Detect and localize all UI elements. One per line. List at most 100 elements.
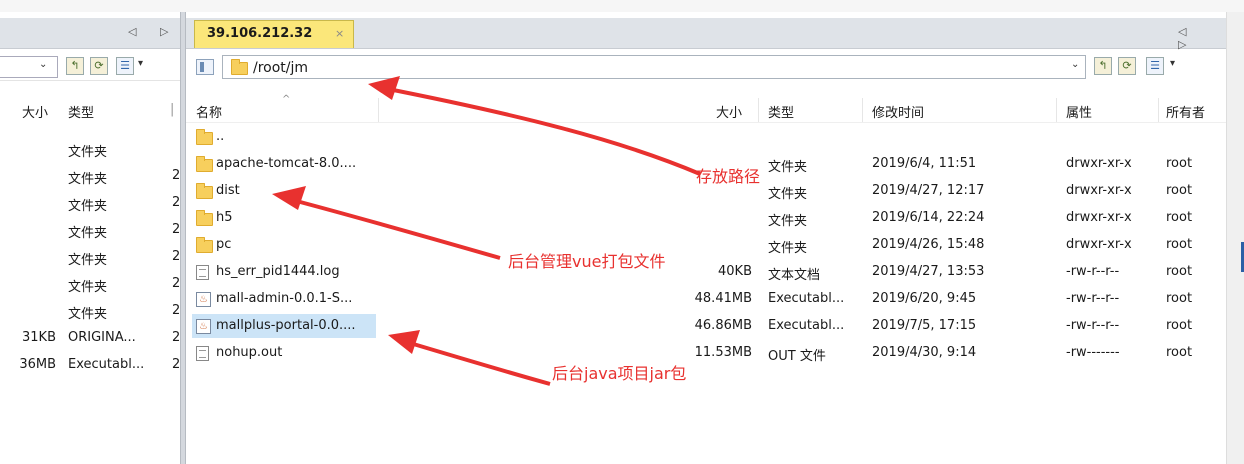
file-modified: 2019/4/27, 12:17 (872, 183, 985, 198)
col-divider[interactable] (1158, 98, 1159, 122)
view-mode-dropdown-icon[interactable]: ▾ (1170, 58, 1175, 69)
file-name-cell[interactable]: nohup.out (192, 341, 376, 365)
file-owner: root (1166, 237, 1193, 252)
folder-icon (231, 59, 248, 75)
file-type: Executabl... (68, 357, 145, 372)
chevron-down-icon[interactable]: ⌄ (39, 59, 47, 70)
col-modified-header[interactable]: 修改时间 (872, 102, 924, 121)
file-modified: 2019/7/5, 17:15 (872, 318, 977, 333)
file-name-cell[interactable]: hs_err_pid1444.log (192, 260, 376, 284)
file-size: 11.53MB (694, 345, 752, 360)
list-item[interactable]: 文件夹 2 (0, 271, 180, 297)
file-name: nohup.out (216, 345, 283, 360)
file-modified: 2019/6/4, 11:51 (872, 156, 977, 171)
file-owner: root (1166, 291, 1193, 306)
file-attributes: -rw-r--r-- (1066, 291, 1120, 306)
col-type-header[interactable]: 类型 (68, 102, 94, 121)
truncated-cell: 2 (172, 303, 180, 318)
file-size: 46.86MB (694, 318, 752, 333)
annotation-path-note: 存放路径 (696, 167, 761, 186)
col-divider[interactable] (758, 98, 759, 122)
file-name-cell[interactable]: h5 (192, 206, 376, 230)
scrollbar[interactable] (1226, 12, 1244, 464)
annotation-jar-note: 后台java项目jar包 (552, 364, 687, 383)
list-item[interactable]: 文件夹 2 (0, 298, 180, 324)
col-type-header[interactable]: 类型 (768, 102, 794, 121)
view-mode-icon[interactable]: ☰ (1146, 57, 1164, 75)
table-row[interactable]: .. (186, 124, 1226, 150)
remote-tab-bar: 39.106.212.32 × ◁ ▷ (186, 18, 1226, 51)
file-attributes: drwxr-xr-x (1066, 156, 1132, 171)
col-divider[interactable] (378, 98, 379, 122)
local-path-dropdown[interactable]: ⌄ (0, 56, 58, 78)
close-icon[interactable]: × (335, 27, 344, 40)
view-mode-dropdown-icon[interactable]: ▾ (138, 58, 143, 69)
truncated-cell: 2 (172, 222, 180, 237)
parent-folder-icon[interactable]: ↰ (66, 57, 84, 75)
tab-scroll-arrows[interactable]: ◁ ▷ (128, 25, 178, 38)
file-name: mall-admin-0.0.1-S... (216, 291, 353, 306)
file-size: 36MB (19, 357, 56, 372)
table-row[interactable]: nohup.out 11.53MB OUT 文件 2019/4/30, 9:14 -rw… (186, 340, 1226, 366)
col-attrs-header[interactable]: 属性 (1066, 102, 1092, 121)
list-item[interactable]: 文件夹 2 (0, 244, 180, 270)
file-name: pc (216, 237, 232, 252)
file-type: 文件夹 (768, 214, 808, 229)
file-type: 文件夹 (768, 241, 808, 256)
table-row[interactable]: h5 文件夹 2019/6/14, 22:24 drwxr-xr-x root (186, 205, 1226, 231)
list-item[interactable]: 文件夹 2 (0, 217, 180, 243)
java-jar-icon: ♨ (196, 292, 211, 307)
file-size: 48.41MB (694, 291, 752, 306)
tab-remote-host[interactable]: 39.106.212.32 × (194, 20, 354, 48)
file-type: 文件夹 (768, 160, 808, 175)
local-tab-bar: ◁ ▷ (0, 18, 180, 49)
list-item[interactable]: 文件夹 (0, 136, 180, 162)
text-file-icon (196, 265, 209, 280)
sidebar-toggle-icon[interactable] (196, 59, 214, 75)
table-row[interactable]: ♨ mall-admin-0.0.1-S... 48.41MB Executabl..… (186, 286, 1226, 312)
file-name-cell[interactable]: ♨ mallplus-portal-0.0.... (192, 314, 376, 338)
file-name-cell[interactable]: dist (192, 179, 376, 203)
file-name: h5 (216, 210, 233, 225)
col-name-header[interactable]: 名称 (196, 102, 222, 121)
table-row[interactable]: pc 文件夹 2019/4/26, 15:48 drwxr-xr-x root (186, 232, 1226, 258)
file-name-cell[interactable]: .. (192, 125, 376, 149)
view-mode-icon[interactable]: ☰ (116, 57, 134, 75)
top-strip (0, 0, 1244, 12)
file-name-cell[interactable]: apache-tomcat-8.0.... (192, 152, 376, 176)
folder-icon (196, 129, 213, 145)
folder-icon (196, 183, 213, 199)
list-item[interactable]: 36MB Executabl... 2 (0, 352, 180, 378)
file-owner: root (1166, 156, 1193, 171)
annotation-vue-note: 后台管理vue打包文件 (508, 252, 666, 271)
file-name-cell[interactable]: pc (192, 233, 376, 257)
file-modified: 2019/4/30, 9:14 (872, 345, 977, 360)
col-size-header[interactable]: 大小 (716, 102, 742, 121)
file-type: 文件夹 (68, 226, 108, 241)
list-item[interactable]: 31KB ORIGINA... 2 (0, 325, 180, 351)
java-jar-icon: ♨ (196, 319, 211, 334)
chevron-down-icon[interactable]: ⌄ (1071, 59, 1079, 70)
file-attributes: -rw-r--r-- (1066, 318, 1120, 333)
file-name: dist (216, 183, 240, 198)
col-owner-header[interactable]: 所有者 (1166, 102, 1205, 121)
remote-path-input[interactable]: /root/jm ⌄ (222, 55, 1086, 79)
file-name-cell[interactable]: ♨ mall-admin-0.0.1-S... (192, 287, 376, 311)
file-type: OUT 文件 (768, 349, 826, 364)
col-divider-marker: | (170, 102, 175, 117)
col-divider[interactable] (1056, 98, 1057, 122)
list-item[interactable]: 文件夹 2 (0, 190, 180, 216)
local-path-bar: ⌄ ↰ ⟳ ☰ ▾ (0, 52, 180, 81)
col-divider[interactable] (862, 98, 863, 122)
remote-pane: 39.106.212.32 × ◁ ▷ /root/jm ⌄ ↰ ⟳ ☰ ▾ 名… (186, 12, 1226, 464)
table-row[interactable]: hs_err_pid1444.log 40KB 文本文档 2019/4/27, 13:… (186, 259, 1226, 285)
tab-scroll-arrows[interactable]: ◁ ▷ (1178, 25, 1226, 51)
refresh-icon[interactable]: ⟳ (90, 57, 108, 75)
file-attributes: drwxr-xr-x (1066, 183, 1132, 198)
col-size-header[interactable]: 大小 (22, 102, 48, 121)
file-modified: 2019/6/14, 22:24 (872, 210, 985, 225)
parent-folder-icon[interactable]: ↰ (1094, 57, 1112, 75)
list-item[interactable]: 文件夹 2 (0, 163, 180, 189)
refresh-icon[interactable]: ⟳ (1118, 57, 1136, 75)
table-row[interactable]: ♨ mallplus-portal-0.0.... 46.86MB Executabl… (186, 313, 1226, 339)
